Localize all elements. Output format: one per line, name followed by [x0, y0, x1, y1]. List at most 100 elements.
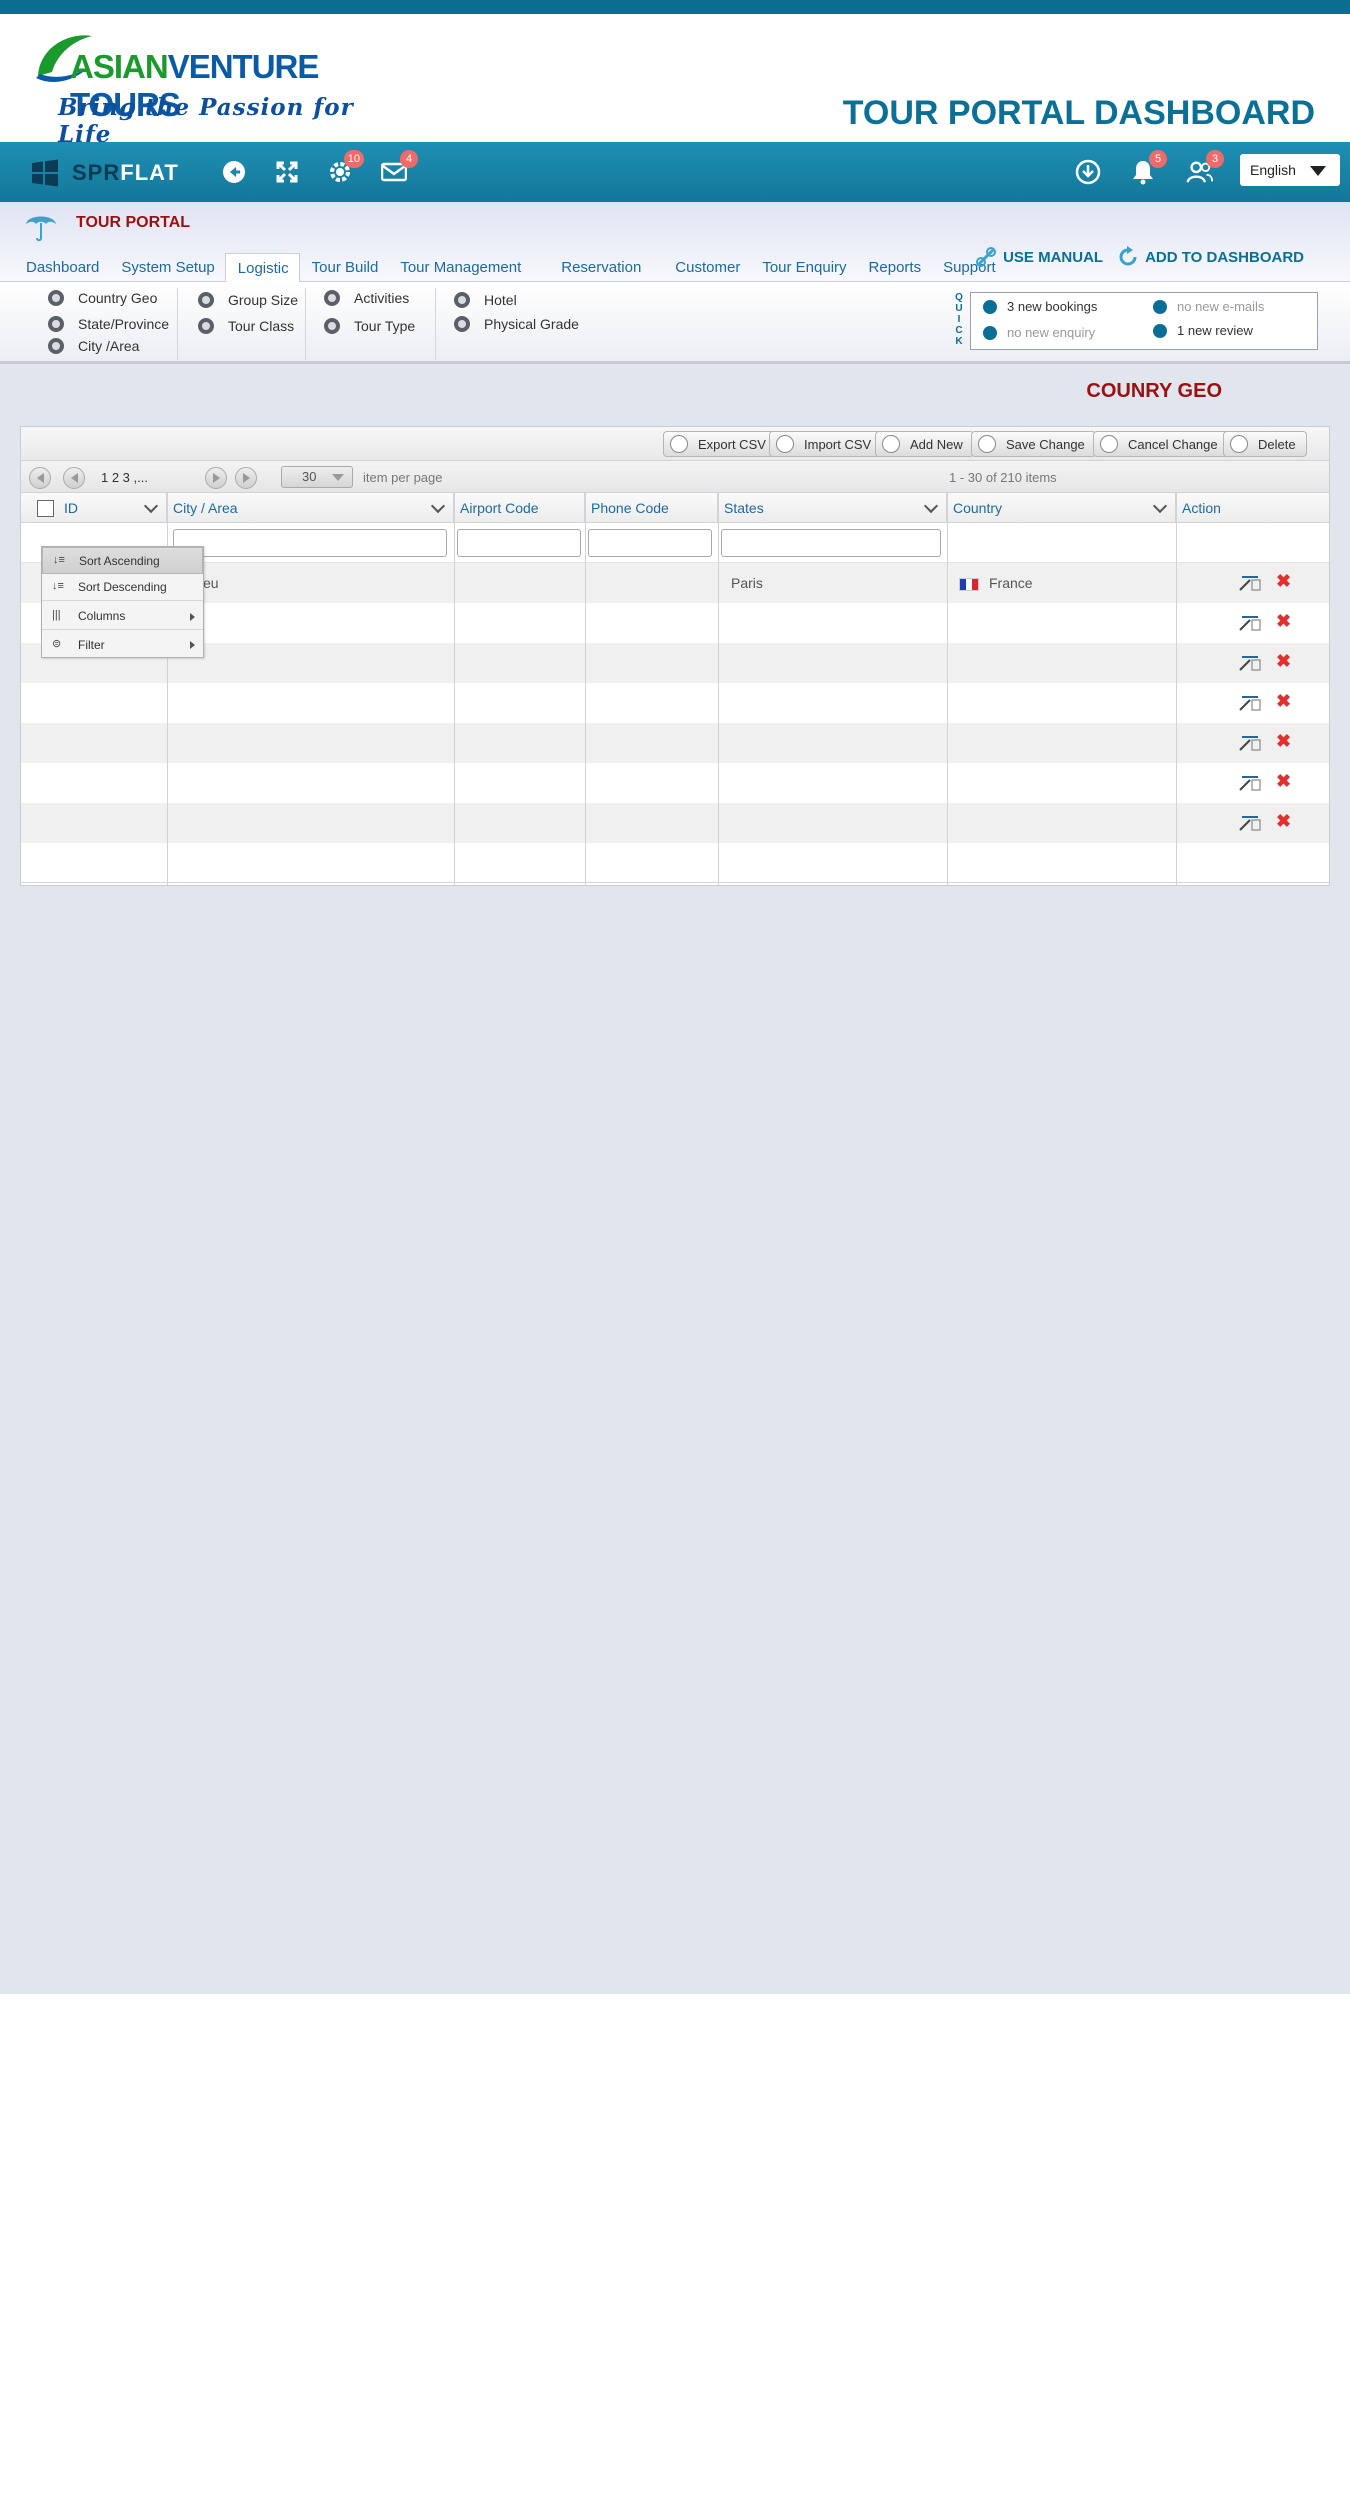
language-select[interactable]: English: [1240, 154, 1340, 186]
submenu-label: Country Geo: [78, 290, 158, 306]
download-icon[interactable]: [1074, 158, 1102, 186]
states-filter-input[interactable]: [721, 529, 941, 557]
select-all-checkbox[interactable]: [37, 499, 54, 517]
notifications-icon[interactable]: 5: [1129, 150, 1167, 186]
airport-filter-input[interactable]: [457, 529, 581, 557]
edit-icon[interactable]: [1238, 614, 1262, 632]
chevron-down-icon[interactable]: [923, 498, 939, 514]
column-header-id[interactable]: ID: [21, 493, 167, 523]
delete-icon[interactable]: ✖: [1276, 772, 1291, 790]
submenu-country-geo[interactable]: Country Geo: [48, 290, 157, 306]
back-icon[interactable]: [220, 158, 248, 186]
chevron-down-icon[interactable]: [430, 498, 446, 514]
use-manual-link[interactable]: USE MANUAL: [975, 246, 1103, 268]
submenu-tour-class[interactable]: Tour Class: [198, 318, 294, 334]
submenu-physical-grade[interactable]: Physical Grade: [454, 316, 579, 332]
add-to-dashboard-link[interactable]: ADD TO DASHBOARD: [1117, 246, 1304, 268]
delete-icon[interactable]: ✖: [1276, 572, 1291, 590]
tab-reservation[interactable]: Reservation: [549, 252, 663, 282]
tab-dashboard[interactable]: Dashboard: [14, 252, 109, 282]
edit-icon[interactable]: [1238, 734, 1262, 752]
column-header-airport-code[interactable]: Airport Code: [454, 493, 585, 523]
circle-icon: [882, 435, 900, 453]
quick-enquiry[interactable]: no new enquiry: [983, 325, 1095, 340]
tab-tour-enquiry[interactable]: Tour Enquiry: [750, 252, 856, 282]
cancel-change-button[interactable]: Cancel Change: [1093, 431, 1229, 457]
submenu-activities[interactable]: Activities: [324, 290, 409, 306]
tab-reports[interactable]: Reports: [857, 252, 932, 282]
tab-system-setup[interactable]: System Setup: [109, 252, 224, 282]
settings-badge: 10: [343, 150, 364, 168]
phone-filter-input[interactable]: [588, 529, 712, 557]
chat-bubble-icon: [324, 290, 340, 306]
column-header-country[interactable]: Country: [947, 493, 1176, 523]
brand[interactable]: SPRFLAT: [30, 158, 179, 188]
page-size-select[interactable]: 30: [281, 466, 353, 488]
column-label: Phone Code: [591, 500, 669, 516]
delete-icon[interactable]: ✖: [1276, 812, 1291, 830]
edit-icon[interactable]: [1238, 774, 1262, 792]
table-row[interactable]: ✖: [21, 763, 1329, 803]
city-filter-input[interactable]: [173, 529, 447, 557]
last-page-button[interactable]: [235, 467, 257, 489]
tab-logistic[interactable]: Logistic: [224, 253, 300, 283]
edit-icon[interactable]: [1238, 814, 1262, 832]
import-csv-button[interactable]: Import CSV: [769, 431, 883, 457]
table-row[interactable]: ✖: [21, 643, 1329, 683]
column-header-states[interactable]: States: [718, 493, 947, 523]
france-flag-icon: [959, 578, 979, 591]
first-page-button[interactable]: [29, 467, 51, 489]
chevron-down-icon[interactable]: [143, 498, 159, 514]
quick-emails[interactable]: no new e-mails: [1153, 299, 1264, 314]
quick-review[interactable]: 1 new review: [1153, 323, 1253, 338]
delete-icon[interactable]: ✖: [1276, 652, 1291, 670]
delete-icon[interactable]: ✖: [1276, 692, 1291, 710]
table-row[interactable]: ✖: [21, 723, 1329, 763]
submenu-hotel[interactable]: Hotel: [454, 292, 517, 308]
prev-page-button[interactable]: [63, 467, 85, 489]
table-row[interactable]: ✖: [21, 803, 1329, 843]
circle-icon: [978, 435, 996, 453]
edit-icon[interactable]: [1238, 654, 1262, 672]
submenu-label: Hotel: [484, 292, 517, 308]
quick-panel: 3 new bookings no new e-mails no new enq…: [970, 292, 1318, 350]
fullscreen-icon[interactable]: [273, 158, 301, 186]
chevron-down-icon[interactable]: [1152, 498, 1168, 514]
submenu-state-province[interactable]: State/Province: [48, 316, 169, 332]
table-row[interactable]: ✖: [21, 603, 1329, 643]
table-row[interactable]: eu Paris France ✖: [21, 563, 1329, 603]
column-divider: [454, 493, 455, 885]
column-header-phone-code[interactable]: Phone Code: [585, 493, 718, 523]
submenu-group-size[interactable]: Group Size: [198, 292, 298, 308]
delete-icon[interactable]: ✖: [1276, 612, 1291, 630]
tab-tour-management[interactable]: Tour Management: [388, 252, 549, 282]
filter-item[interactable]: ⊜ Filter: [42, 631, 203, 658]
submenu-city-area[interactable]: City /Area: [48, 338, 139, 354]
column-header-city-area[interactable]: City / Area: [167, 493, 454, 523]
company-logo[interactable]: ASIANVENTURE TOURS Bring the Passion for…: [30, 26, 400, 148]
settings-icon[interactable]: 10: [326, 150, 364, 186]
users-icon[interactable]: 3: [1186, 150, 1224, 186]
sort-descending-item[interactable]: ↓≡ Sort Descending: [42, 574, 203, 601]
delete-button[interactable]: Delete: [1223, 431, 1307, 457]
export-csv-button[interactable]: Export CSV: [663, 431, 777, 457]
next-page-button[interactable]: [205, 467, 227, 489]
edit-icon[interactable]: [1238, 694, 1262, 712]
mail-icon[interactable]: 4: [380, 150, 418, 186]
tab-customer[interactable]: Customer: [663, 252, 750, 282]
top-stripe: [0, 0, 1350, 14]
submenu-tour-type[interactable]: Tour Type: [324, 318, 415, 334]
column-label: City / Area: [173, 500, 238, 516]
add-new-button[interactable]: Add New: [875, 431, 974, 457]
save-change-button[interactable]: Save Change: [971, 431, 1096, 457]
table-row[interactable]: ✖: [21, 683, 1329, 723]
page-numbers[interactable]: 1 2 3 ,...: [101, 470, 148, 485]
tab-tour-build[interactable]: Tour Build: [300, 252, 389, 282]
quick-bookings[interactable]: 3 new bookings: [983, 299, 1097, 314]
sort-ascending-item[interactable]: ↓≡ Sort Ascending: [42, 547, 203, 574]
table-row[interactable]: [21, 843, 1329, 883]
delete-icon[interactable]: ✖: [1276, 732, 1291, 750]
edit-icon[interactable]: [1238, 574, 1262, 592]
country-name: France: [989, 575, 1033, 591]
columns-item[interactable]: ||| Columns: [42, 603, 203, 630]
